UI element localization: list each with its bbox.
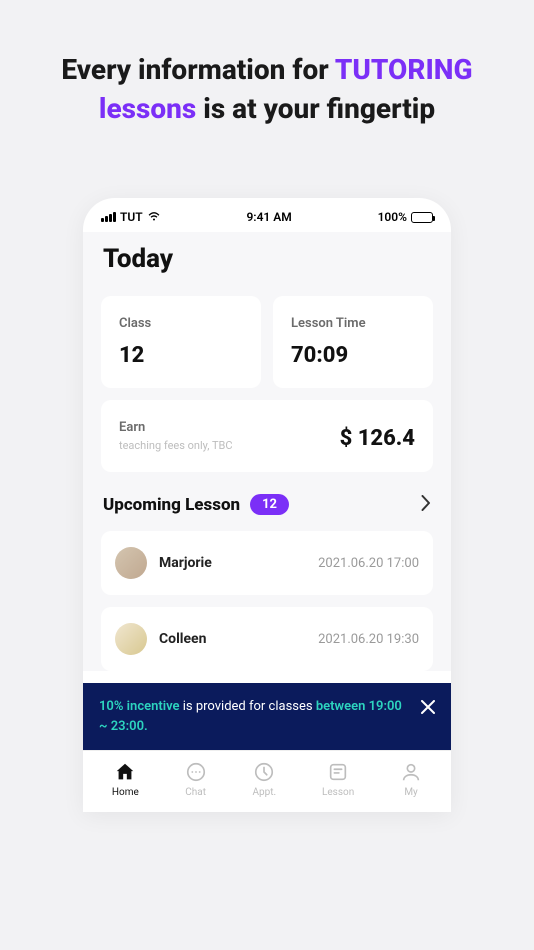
avatar: [115, 623, 147, 655]
status-right: 100%: [378, 210, 433, 224]
list-item[interactable]: Colleen 2021.06.20 19:30: [101, 607, 433, 671]
list-item[interactable]: Marjorie 2021.06.20 17:00: [101, 531, 433, 595]
upcoming-title: Upcoming Lesson: [103, 495, 240, 515]
tab-lesson[interactable]: Lesson: [322, 761, 354, 798]
phone-frame: TUT 9:41 AM 100% Today Class 12 Lesson T…: [83, 198, 451, 812]
hero-text-post: is at your fingertip: [196, 92, 435, 125]
user-icon: [400, 761, 422, 783]
hero-accent-1: TUTORING: [335, 53, 473, 86]
stats-row: Class 12 Lesson Time 70:09: [101, 296, 433, 388]
chat-icon: [185, 761, 207, 783]
hero-section: Every information for TUTORING lessons i…: [0, 0, 534, 158]
class-value: 12: [119, 343, 243, 368]
tab-my[interactable]: My: [400, 761, 422, 798]
wifi-icon: [147, 210, 161, 224]
tab-label: Chat: [185, 787, 206, 798]
battery-percent: 100%: [378, 210, 407, 224]
close-icon[interactable]: [421, 697, 435, 718]
status-time: 9:41 AM: [246, 210, 291, 224]
tab-chat[interactable]: Chat: [185, 761, 207, 798]
upcoming-count-badge: 12: [250, 494, 289, 515]
page-title: Today: [101, 244, 433, 274]
class-label: Class: [119, 316, 243, 331]
tab-label: Lesson: [322, 787, 354, 798]
lesson-time-card[interactable]: Lesson Time 70:09: [273, 296, 433, 388]
lesson-time-label: Lesson Time: [291, 316, 415, 331]
lesson-icon: [327, 761, 349, 783]
clock-icon: [253, 761, 275, 783]
hero-accent-2: lessons: [99, 92, 196, 125]
incentive-banner: 10% incentive is provided for classes be…: [83, 683, 451, 750]
avatar: [115, 547, 147, 579]
battery-icon: [411, 212, 433, 223]
class-card[interactable]: Class 12: [101, 296, 261, 388]
tab-appt[interactable]: Appt.: [252, 761, 276, 798]
hero-text-pre: Every information for: [61, 53, 334, 86]
banner-highlight-1: 10% incentive: [99, 699, 180, 714]
status-bar: TUT 9:41 AM 100%: [83, 198, 451, 232]
banner-text: 10% incentive is provided for classes be…: [99, 697, 409, 736]
lesson-datetime: 2021.06.20 17:00: [318, 556, 419, 571]
earn-card[interactable]: Earn teaching fees only, TBC $ 126.4: [101, 400, 433, 472]
lesson-time-value: 70:09: [291, 343, 415, 368]
earn-sublabel: teaching fees only, TBC: [119, 439, 233, 452]
signal-icon: [101, 212, 116, 222]
earn-value: $ 126.4: [340, 426, 415, 451]
upcoming-lesson-header[interactable]: Upcoming Lesson 12: [101, 494, 433, 515]
carrier-label: TUT: [120, 210, 143, 224]
earn-label: Earn: [119, 420, 233, 435]
lesson-datetime: 2021.06.20 19:30: [318, 632, 419, 647]
chevron-right-icon: [421, 495, 431, 515]
main-content: Today Class 12 Lesson Time 70:09 Earn te…: [83, 232, 451, 671]
banner-mid: is provided for classes: [180, 699, 316, 714]
lesson-name: Marjorie: [159, 555, 212, 571]
lesson-name: Colleen: [159, 631, 206, 647]
tab-bar: Home Chat Appt. Lesson My: [83, 750, 451, 812]
tab-label: Appt.: [252, 787, 276, 798]
tab-label: My: [404, 787, 417, 798]
home-icon: [114, 761, 136, 783]
tab-home[interactable]: Home: [112, 761, 139, 798]
tab-label: Home: [112, 787, 139, 798]
status-left: TUT: [101, 210, 161, 224]
hero-title: Every information for TUTORING lessons i…: [30, 50, 504, 128]
